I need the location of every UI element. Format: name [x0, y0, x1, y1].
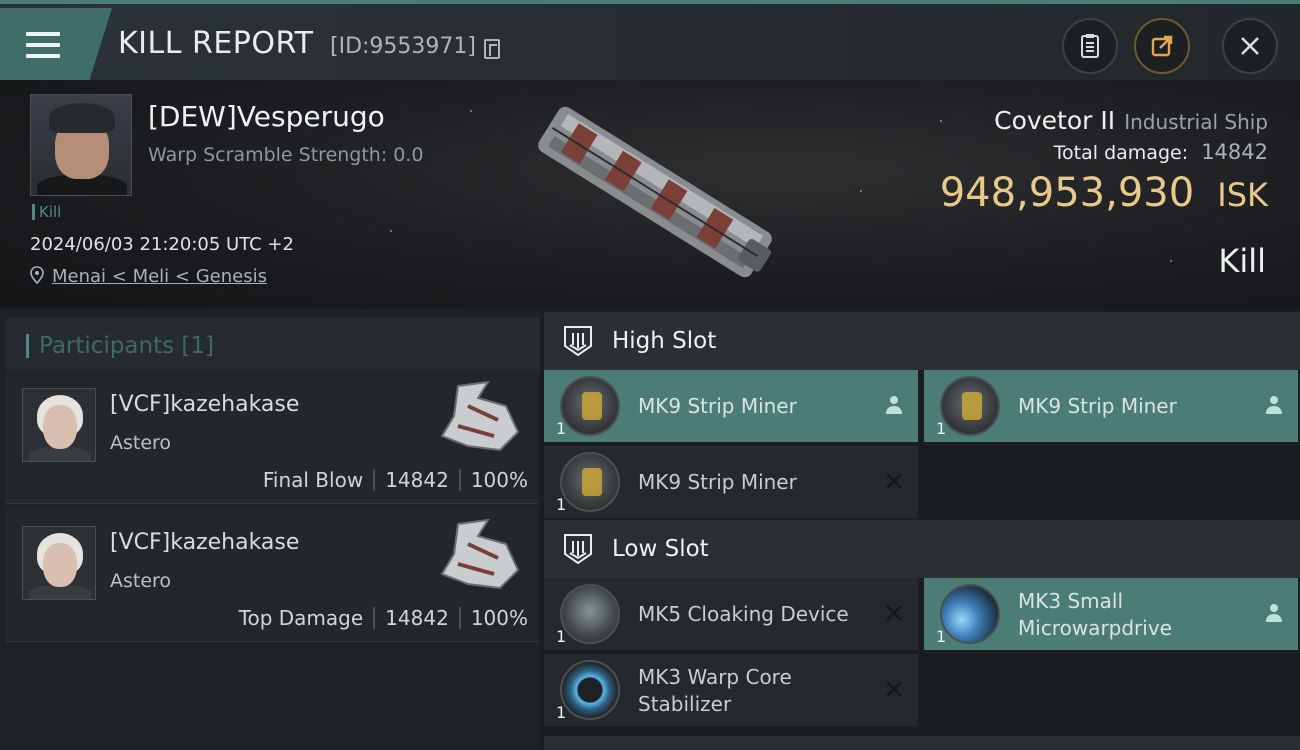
warp-core-stabilizer-icon [560, 660, 620, 720]
module-name: MK3 Warp Core Stabilizer [638, 664, 792, 718]
module-slot[interactable]: 1 MK9 Strip Miner [544, 446, 918, 518]
participant-ship: Astero [110, 432, 172, 454]
strip-miner-icon [560, 452, 620, 512]
close-button[interactable] [1222, 18, 1278, 74]
module-quantity: 1 [556, 419, 567, 438]
report-id: [ID:9553971] [330, 34, 476, 59]
participant-stats: Top Damage 14842 100% [239, 606, 528, 630]
ship-info: Covetor II Industrial Ship [994, 106, 1268, 135]
next-slot-header-partial [544, 736, 1300, 750]
participant-role: Final Blow [262, 468, 364, 492]
module-slot[interactable]: 1 MK9 Strip Miner [544, 370, 918, 442]
cloaking-device-icon [560, 584, 620, 644]
isk-unit: ISK [1217, 176, 1268, 214]
module-slot[interactable]: 1 MK3 Small Microwarpdrive [924, 578, 1298, 650]
participants-title: Participants [1] [26, 334, 214, 358]
share-button[interactable] [1134, 18, 1190, 74]
location-link[interactable]: Menai < Meli < Genesis [52, 266, 267, 287]
fitting-panel: High Slot 1 MK9 Strip Miner 1 MK9 Strip … [544, 310, 1300, 750]
participant-ship: Astero [110, 570, 172, 592]
participant-name[interactable]: [VCF]kazehakase [110, 530, 299, 555]
participant-ship-image [440, 380, 520, 452]
share-icon [1151, 35, 1173, 57]
module-name-line2: Stabilizer [638, 692, 732, 716]
participant-percent: 100% [470, 468, 528, 492]
dropped-person-icon [1266, 396, 1282, 414]
destroyed-x-icon [886, 473, 902, 489]
high-slot-title: High Slot [612, 328, 717, 354]
module-slot[interactable]: 1 MK3 Warp Core Stabilizer [544, 654, 918, 726]
ship-name[interactable]: Covetor II [994, 106, 1115, 135]
participant-stats: Final Blow 14842 100% [263, 468, 528, 492]
strip-miner-icon [940, 376, 1000, 436]
module-quantity: 1 [936, 627, 947, 646]
hamburger-menu-icon [26, 32, 60, 58]
module-quantity: 1 [556, 703, 567, 722]
module-quantity: 1 [556, 495, 567, 514]
participant-name[interactable]: [VCF]kazehakase [110, 392, 299, 417]
high-slot-header: High Slot [544, 312, 1300, 370]
participant-percent: 100% [470, 606, 528, 630]
participant-card[interactable]: [VCF]kazehakase Astero Final Blow 14842 10… [6, 370, 538, 504]
participant-card[interactable]: [VCF]kazehakase Astero Top Damage 14842 10… [6, 508, 538, 642]
destroyed-x-icon [886, 605, 902, 621]
dropped-person-icon [1266, 604, 1282, 622]
victim-ship-image [538, 106, 772, 278]
victim-avatar[interactable] [30, 94, 132, 196]
isk-value-row: 948,953,930 ISK [940, 170, 1268, 216]
total-damage: Total damage: 14842 [1054, 140, 1268, 164]
participant-damage: 14842 [385, 468, 449, 492]
destroyed-x-icon [886, 681, 902, 697]
dropped-person-icon [886, 396, 902, 414]
participant-damage: 14842 [385, 606, 449, 630]
kill-timestamp: 2024/06/03 21:20:05 UTC +2 [30, 234, 294, 255]
module-name: MK9 Strip Miner [638, 470, 797, 494]
warp-scramble-strength: Warp Scramble Strength: 0.0 [148, 144, 424, 166]
module-quantity: 1 [936, 419, 947, 438]
participants-header: Participants [1] [6, 318, 540, 374]
victim-banner: [DEW]Vesperugo Warp Scramble Strength: 0… [0, 80, 1300, 308]
participants-panel: Participants [1] [VCF]kazehakase Astero … [0, 310, 540, 750]
microwarpdrive-icon [940, 584, 1000, 644]
page-title: KILL REPORT [118, 26, 314, 61]
ship-class: Industrial Ship [1124, 110, 1268, 134]
clipboard-icon [1081, 34, 1099, 58]
module-name: MK5 Cloaking Device [638, 602, 849, 626]
module-name-line2: Microwarpdrive [1018, 616, 1172, 640]
menu-button[interactable] [0, 8, 112, 80]
module-quantity: 1 [556, 627, 567, 646]
clipboard-button[interactable] [1062, 18, 1118, 74]
module-name: MK9 Strip Miner [638, 394, 797, 418]
participant-role: Top Damage [238, 606, 364, 630]
module-name-line1: MK3 Small [1018, 589, 1123, 613]
participant-avatar[interactable] [22, 526, 96, 600]
module-slot[interactable]: 1 MK5 Cloaking Device [544, 578, 918, 650]
low-slot-title: Low Slot [612, 536, 709, 562]
high-slot-icon [564, 326, 592, 357]
victim-name[interactable]: [DEW]Vesperugo [148, 100, 385, 133]
module-name: MK9 Strip Miner [1018, 394, 1177, 418]
copy-icon[interactable] [484, 39, 500, 59]
kill-tag: Kill [32, 204, 61, 220]
module-name: MK3 Small Microwarpdrive [1018, 588, 1172, 642]
isk-value: 948,953,930 [939, 170, 1195, 216]
low-slot-header: Low Slot [544, 520, 1300, 578]
module-name-line1: MK3 Warp Core [638, 665, 792, 689]
total-damage-label: Total damage: [1053, 142, 1189, 164]
top-bar: KILL REPORT [ID:9553971] [0, 0, 1300, 80]
close-icon [1241, 37, 1259, 55]
location-pin-icon [30, 266, 44, 284]
participant-avatar[interactable] [22, 388, 96, 462]
participant-ship-image [440, 518, 520, 590]
total-damage-value: 14842 [1201, 140, 1268, 164]
strip-miner-icon [560, 376, 620, 436]
low-slot-icon [564, 534, 592, 565]
module-slot[interactable]: 1 MK9 Strip Miner [924, 370, 1298, 442]
kill-result: Kill [1218, 242, 1266, 280]
